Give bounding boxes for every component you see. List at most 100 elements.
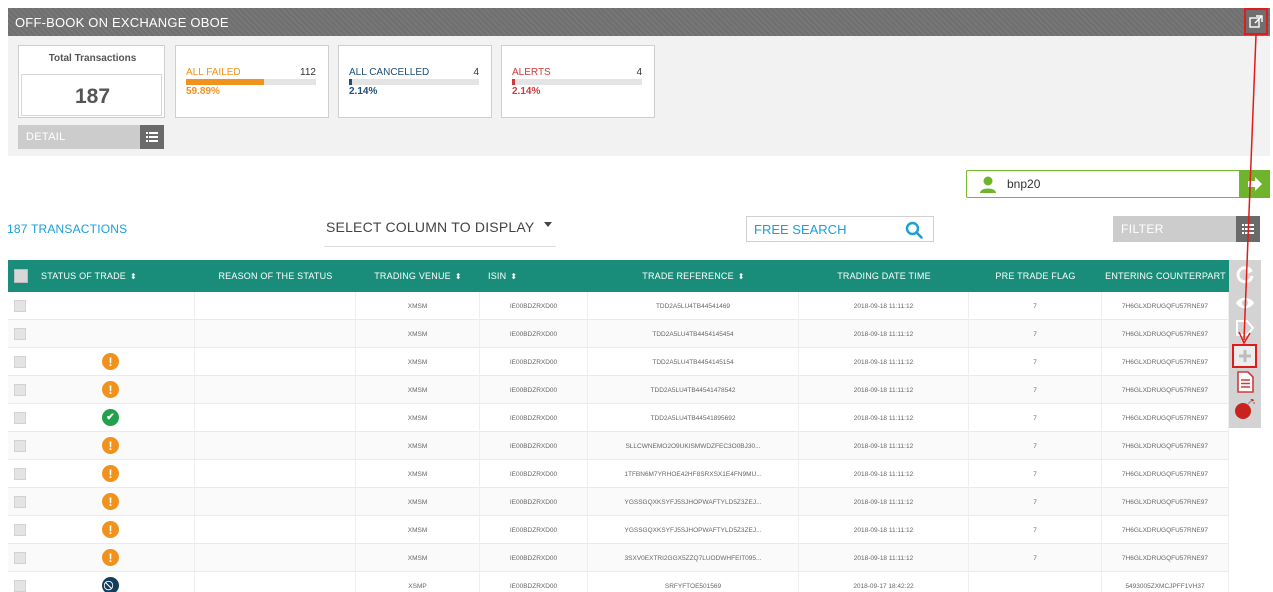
- warning-icon: !: [102, 549, 119, 566]
- delete-all-button[interactable]: [1233, 398, 1257, 420]
- warning-icon: !: [102, 437, 119, 454]
- reason-cell: [195, 516, 356, 544]
- pre-trade-flag-cell: 7: [969, 404, 1102, 432]
- failed-percent: 59.89%: [186, 86, 220, 97]
- trading-datetime-cell: 2018-09-18 11:11:12: [799, 460, 969, 488]
- isin-cell: IE00BDZRXD00: [480, 348, 588, 376]
- cancelled-progress-fill: [349, 79, 352, 85]
- status-cell: [35, 292, 195, 320]
- table-row[interactable]: ! XMSM IE00BDZRXD00 TDD2A5LU4TB44541478542 2…: [8, 376, 1229, 404]
- trade-reference-cell: 3SXV0EXTRI2GGX5ZZQ7LUODWHFEIT095...: [588, 544, 799, 572]
- alerts-label: ALERTS: [512, 67, 551, 78]
- row-checkbox[interactable]: [14, 440, 26, 452]
- add-button[interactable]: [1232, 344, 1257, 368]
- trade-reference-cell: SLLCWNEMO2O9UKISMWDZFEC3O0BJ30...: [588, 432, 799, 460]
- trade-reference-cell: TDD2A5LU4TB4454145454: [588, 320, 799, 348]
- table-row[interactable]: XMSM IE00BDZRXD00 TDD2A5LU4TB44541469 2018-…: [8, 292, 1229, 320]
- table-row[interactable]: ! XMSM IE00BDZRXD00 YGSSGQXKSYFJ5SJHOPWAFTY…: [8, 516, 1229, 544]
- column-header[interactable]: TRADE REFERENCE ⬍: [588, 260, 799, 292]
- panel-title: OFF-BOOK ON EXCHANGE OBOE: [15, 15, 229, 30]
- trading-datetime-cell: 2018-09-18 11:11:12: [799, 488, 969, 516]
- view-icon: [1236, 297, 1254, 309]
- detail-label: DETAIL: [26, 131, 66, 143]
- reason-cell: [195, 488, 356, 516]
- trading-datetime-cell: 2018-09-18 11:11:12: [799, 376, 969, 404]
- counterpart-cell: 7H6GLXDRUGQFU57RNE97: [1102, 320, 1229, 348]
- user-field[interactable]: bnp20: [966, 170, 1240, 198]
- sort-icon[interactable]: ⬍: [130, 272, 137, 281]
- row-checkbox[interactable]: [14, 356, 26, 368]
- trading-datetime-cell: 2018-09-18 11:11:12: [799, 292, 969, 320]
- column-header: PRE TRADE FLAG: [969, 260, 1102, 292]
- venue-cell: XMSM: [356, 516, 480, 544]
- pre-trade-flag-cell: 7: [969, 376, 1102, 404]
- alerts-progress-fill: [512, 79, 515, 85]
- counterpart-cell: 7H6GLXDRUGQFU57RNE97: [1102, 376, 1229, 404]
- row-checkbox[interactable]: [14, 300, 26, 312]
- failed-progress: [186, 79, 316, 85]
- isin-cell: IE00BDZRXD00: [480, 292, 588, 320]
- column-header[interactable]: ISIN ⬍: [480, 260, 588, 292]
- isin-cell: IE00BDZRXD00: [480, 320, 588, 348]
- status-cell: [35, 320, 195, 348]
- trade-reference-cell: YGSSGQXKSYFJ5SJHOPWAFTYLD5Z3ZEJ...: [588, 488, 799, 516]
- warning-icon: !: [102, 353, 119, 370]
- cancelled-card[interactable]: ALL CANCELLED 4 2.14%: [338, 45, 492, 118]
- column-header[interactable]: STATUS OF TRADE ⬍: [35, 260, 195, 292]
- reason-cell: [195, 292, 356, 320]
- table-row[interactable]: ! XMSM IE00BDZRXD00 3SXV0EXTRI2GGX5ZZQ7LUOD…: [8, 544, 1229, 572]
- sort-icon[interactable]: ⬍: [738, 272, 745, 281]
- venue-cell: XMSM: [356, 460, 480, 488]
- select-all-checkbox[interactable]: [14, 269, 28, 283]
- search-icon[interactable]: [905, 221, 923, 239]
- row-checkbox[interactable]: [14, 468, 26, 480]
- table-row[interactable]: ⃠ XSMPIE00BDZRXD00SRFYFTOE5015692018-09-1…: [8, 572, 1229, 592]
- row-checkbox[interactable]: [14, 552, 26, 564]
- alerts-percent: 2.14%: [512, 86, 541, 97]
- table-row[interactable]: ✔ XMSM IE00BDZRXD00 TDD2A5LU4TB44541895692 2…: [8, 404, 1229, 432]
- detail-button[interactable]: DETAIL: [18, 125, 164, 149]
- user-go-button[interactable]: [1240, 170, 1270, 198]
- table-row[interactable]: ! XMSM IE00BDZRXD00 SLLCWNEMO2O9UKISMWDZFEC…: [8, 432, 1229, 460]
- table-row[interactable]: ! XMSM IE00BDZRXD00 TDD2A5LU4TB4454145154 20…: [8, 348, 1229, 376]
- pre-trade-flag-cell: 7: [969, 516, 1102, 544]
- alerts-card[interactable]: ALERTS 4 2.14%: [501, 45, 655, 118]
- export-button[interactable]: [1244, 8, 1268, 35]
- row-checkbox[interactable]: [14, 384, 26, 396]
- refresh-button[interactable]: [1233, 264, 1257, 286]
- counterpart-cell: 7H6GLXDRUGQFU57RNE97: [1102, 488, 1229, 516]
- sort-icon[interactable]: ⬍: [510, 272, 517, 281]
- report-button[interactable]: [1233, 371, 1257, 393]
- row-checkbox[interactable]: [14, 580, 26, 592]
- reason-cell: [195, 572, 356, 592]
- sort-icon[interactable]: ⬍: [455, 272, 462, 281]
- pre-trade-flag-cell: [969, 572, 1102, 592]
- arrow-right-icon: [1248, 177, 1262, 191]
- table-row[interactable]: ! XMSM IE00BDZRXD00 YGSSGQXKSYFJ5SJHOPWAFTY…: [8, 488, 1229, 516]
- isin-cell: IE00BDZRXD00: [480, 432, 588, 460]
- column-header: ENTERING COUNTERPART: [1102, 260, 1229, 292]
- row-checkbox[interactable]: [14, 328, 26, 340]
- free-search-box[interactable]: [746, 216, 934, 242]
- row-checkbox[interactable]: [14, 496, 26, 508]
- failed-card[interactable]: ALL FAILED 112 59.89%: [175, 45, 329, 118]
- row-checkbox[interactable]: [14, 412, 26, 424]
- user-value: bnp20: [1007, 177, 1041, 191]
- venue-cell: XSMP: [356, 572, 480, 592]
- trade-reference-cell: TDD2A5LU4TB44541478542: [588, 376, 799, 404]
- filter-button[interactable]: FILTER: [1113, 216, 1260, 242]
- warning-icon: !: [102, 521, 119, 538]
- counterpart-cell: 5493005ZXMCJPFF1VH37: [1102, 572, 1229, 592]
- table-row[interactable]: ! XMSM IE00BDZRXD00 1TFBN6M7YRHOE42HF8SRXSX…: [8, 460, 1229, 488]
- isin-cell: IE00BDZRXD00: [480, 460, 588, 488]
- view-button[interactable]: [1233, 292, 1257, 314]
- column-header[interactable]: TRADING VENUE ⬍: [356, 260, 480, 292]
- free-search-input[interactable]: [747, 217, 897, 241]
- trading-datetime-cell: 2018-09-18 11:11:12: [799, 516, 969, 544]
- table-row[interactable]: XMSM IE00BDZRXD00 TDD2A5LU4TB4454145454 201…: [8, 320, 1229, 348]
- column-select-dropdown[interactable]: SELECT COLUMN TO DISPLAY: [324, 213, 556, 247]
- isin-cell: IE00BDZRXD00: [480, 404, 588, 432]
- trade-reference-cell: TDD2A5LU4TB4454145154: [588, 348, 799, 376]
- tag-button[interactable]: [1233, 317, 1257, 339]
- row-checkbox[interactable]: [14, 524, 26, 536]
